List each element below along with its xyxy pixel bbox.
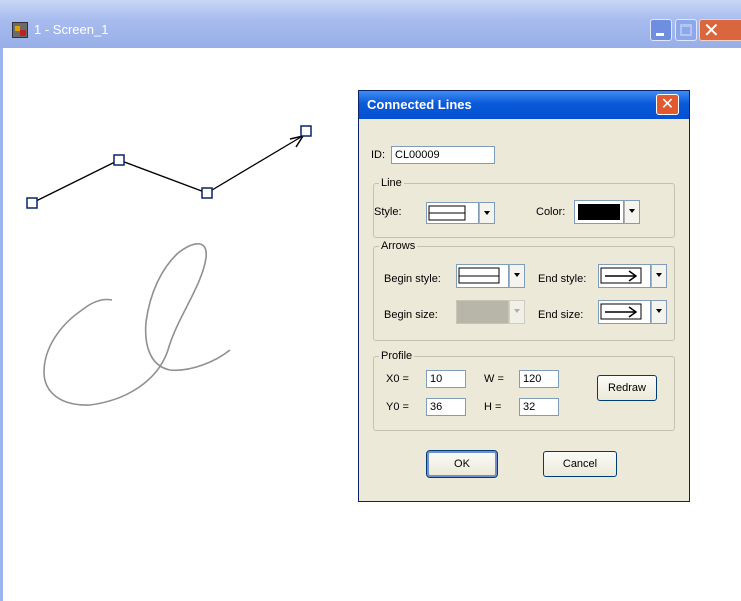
line-group: Line Style: Color:	[373, 177, 675, 238]
id-field[interactable]: CL00009	[391, 146, 495, 164]
close-icon: ✕	[660, 94, 675, 113]
end-size-label: End size:	[538, 309, 584, 321]
end-size-dropdown[interactable]	[598, 300, 668, 324]
line-group-title: Line	[379, 177, 404, 189]
begin-style-dropdown[interactable]	[456, 264, 525, 288]
begin-size-preview	[456, 300, 509, 324]
arrows-group-title: Arrows	[379, 240, 418, 252]
chevron-down-icon[interactable]	[651, 264, 667, 288]
line-style-dropdown[interactable]	[426, 202, 495, 224]
w-label: W =	[484, 373, 504, 385]
redraw-button[interactable]: Redraw	[597, 375, 657, 401]
chevron-down-icon[interactable]	[479, 202, 495, 224]
main-title-bar[interactable]: 1 - Screen_1 ✕	[0, 0, 741, 48]
selection-handle[interactable]	[113, 154, 125, 166]
line-color-dropdown[interactable]	[574, 200, 640, 224]
w-field[interactable]: 120	[519, 370, 559, 388]
color-swatch	[578, 204, 620, 220]
end-size-preview	[598, 300, 651, 324]
begin-size-dropdown	[456, 300, 525, 324]
window-title: 1 - Screen_1	[34, 22, 109, 37]
line-style-preview	[426, 202, 479, 224]
line-style-icon	[428, 205, 466, 221]
dialog-title-bar[interactable]: Connected Lines ✕	[359, 91, 689, 119]
app-icon	[12, 22, 28, 38]
end-style-label: End style:	[538, 273, 587, 285]
begin-style-preview	[456, 264, 509, 288]
minimize-button[interactable]	[650, 19, 672, 41]
color-label: Color:	[536, 206, 566, 218]
chevron-down-icon[interactable]	[509, 264, 525, 288]
dialog-close-button[interactable]: ✕	[656, 94, 679, 115]
connected-line[interactable]	[31, 133, 307, 204]
close-icon: ✕	[703, 18, 720, 42]
line-style-icon	[458, 267, 500, 284]
y0-field[interactable]: 36	[426, 398, 466, 416]
cancel-button[interactable]: Cancel	[543, 451, 617, 477]
style-label: Style:	[374, 206, 402, 218]
selection-handle[interactable]	[26, 197, 38, 209]
h-label: H =	[484, 401, 502, 413]
id-label: ID:	[371, 149, 386, 161]
dialog-title: Connected Lines	[367, 97, 472, 112]
chevron-down-icon[interactable]	[651, 300, 667, 324]
ok-button[interactable]: OK	[426, 450, 498, 478]
end-style-preview	[598, 264, 651, 288]
close-button[interactable]: ✕	[699, 19, 741, 41]
chevron-down-icon	[509, 300, 525, 324]
x0-field[interactable]: 10	[426, 370, 466, 388]
arrow-right-icon	[600, 267, 642, 284]
end-style-dropdown[interactable]	[598, 264, 668, 288]
begin-size-label: Begin size:	[384, 309, 438, 321]
selection-handle[interactable]	[201, 187, 213, 199]
arrow-right-icon	[600, 303, 642, 320]
arrows-group: Arrows Begin style: End style: Begin siz…	[373, 240, 675, 341]
chevron-down-icon[interactable]	[624, 200, 640, 224]
begin-style-label: Begin style:	[384, 273, 441, 285]
maximize-button[interactable]	[675, 19, 697, 41]
connected-lines-dialog: Connected Lines ✕ ID: CL00009 Line Style…	[358, 90, 690, 502]
profile-group: Profile X0 = 10 W = 120 Y0 = 36 H = 32 R…	[373, 350, 675, 431]
selection-handle[interactable]	[300, 125, 312, 137]
y0-label: Y0 =	[386, 401, 409, 413]
x0-label: X0 =	[386, 373, 409, 385]
line-color-preview	[574, 200, 624, 224]
h-field[interactable]: 32	[519, 398, 559, 416]
freehand-curve[interactable]	[43, 243, 231, 406]
profile-group-title: Profile	[379, 350, 415, 362]
